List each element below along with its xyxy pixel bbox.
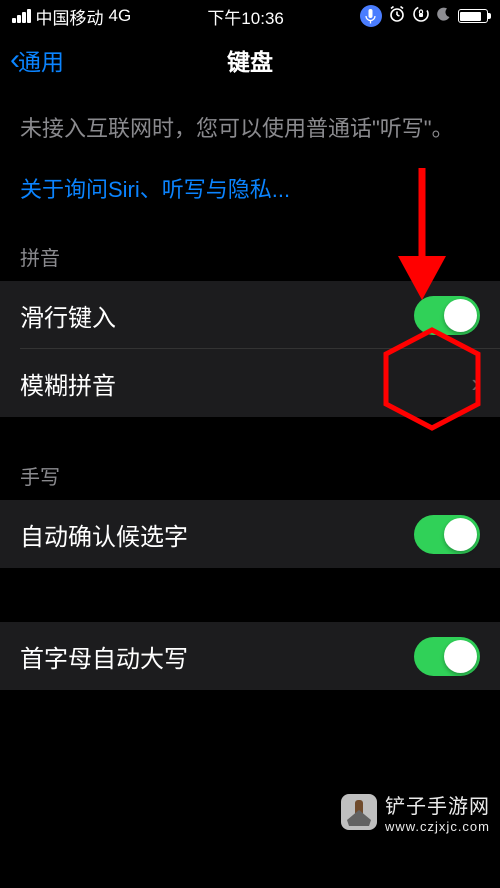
watermark-text: 铲子手游网 — [385, 790, 490, 819]
slide-typing-toggle[interactable] — [414, 296, 480, 335]
back-label: 通用 — [18, 43, 64, 77]
auto-confirm-toggle[interactable] — [414, 515, 480, 554]
status-time: 下午10:36 — [207, 4, 284, 29]
back-button[interactable]: ‹ 通用 — [10, 43, 64, 77]
chevron-right-icon: › — [471, 368, 480, 399]
siri-privacy-link[interactable]: 关于询问Siri、听写与隐私... — [20, 172, 480, 204]
watermark-url: www.czjxjc.com — [385, 819, 490, 834]
cell-label: 首字母自动大写 — [20, 639, 188, 674]
carrier-label: 中国移动 — [36, 4, 104, 29]
cell-fuzzy-pinyin[interactable]: 模糊拼音 › — [0, 349, 500, 417]
cell-auto-capitalize[interactable]: 首字母自动大写 — [0, 622, 500, 690]
section-header-pinyin: 拼音 — [0, 208, 500, 281]
nav-bar: ‹ 通用 键盘 — [0, 32, 500, 88]
auto-capitalize-toggle[interactable] — [414, 637, 480, 676]
cell-slide-typing[interactable]: 滑行键入 — [0, 281, 500, 349]
cell-auto-confirm[interactable]: 自动确认候选字 — [0, 500, 500, 568]
mic-icon — [360, 5, 382, 27]
cell-label: 自动确认候选字 — [20, 517, 188, 552]
moon-icon — [436, 6, 452, 27]
cell-label: 模糊拼音 — [20, 366, 116, 401]
watermark-logo-icon — [339, 792, 379, 832]
lock-icon — [412, 5, 430, 28]
alarm-icon — [388, 5, 406, 28]
battery-icon — [458, 9, 488, 23]
dictation-info-text: 未接入互联网时，您可以使用普通话"听写"。 — [20, 112, 480, 146]
status-bar: 中国移动 4G 下午10:36 — [0, 0, 500, 32]
watermark: 铲子手游网 www.czjxjc.com — [339, 790, 490, 834]
cell-label: 滑行键入 — [20, 298, 116, 333]
network-label: 4G — [109, 6, 132, 26]
signal-icon — [12, 9, 31, 23]
page-title: 键盘 — [0, 43, 500, 77]
section-header-handwriting: 手写 — [0, 417, 500, 500]
